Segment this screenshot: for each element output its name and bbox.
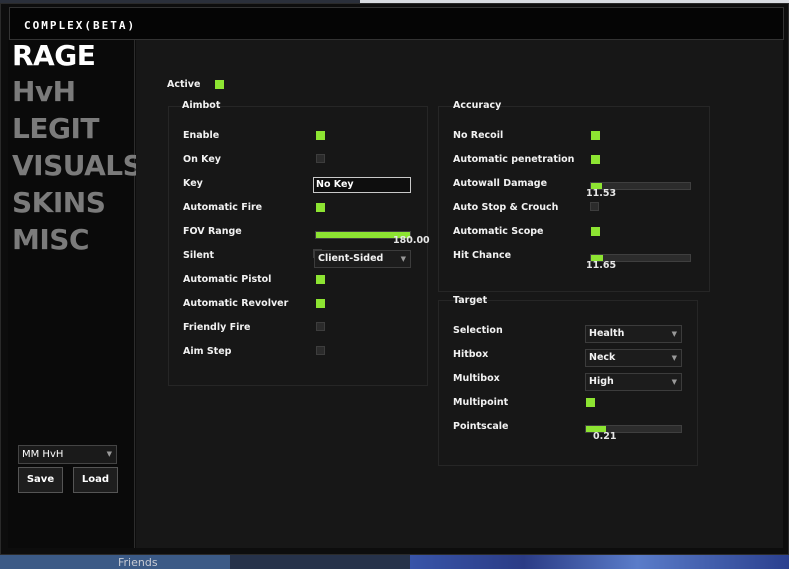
nav-visuals[interactable]: VISUALS — [12, 150, 143, 182]
automatic-penetration-checkbox[interactable] — [591, 155, 600, 164]
save-button[interactable]: Save — [18, 467, 63, 493]
autowall-damage-label: Autowall Damage — [453, 178, 548, 189]
active-checkbox[interactable] — [215, 80, 224, 89]
automatic-revolver-label: Automatic Revolver — [183, 298, 289, 309]
automatic-pistol-label: Automatic Pistol — [183, 274, 272, 285]
nav-rage[interactable]: RAGE — [12, 40, 96, 72]
fov-range-label: FOV Range — [183, 226, 242, 237]
enable-label: Enable — [183, 130, 220, 141]
window-title: COMPLEX(BETA) — [24, 19, 137, 32]
no-recoil-label: No Recoil — [453, 130, 504, 141]
pointscale-value: 0.21 — [593, 431, 617, 442]
on-key-checkbox[interactable] — [316, 154, 325, 163]
nav-hvh[interactable]: HvH — [12, 76, 76, 108]
title-bar[interactable]: COMPLEX(BETA) — [9, 7, 784, 40]
automatic-revolver-checkbox[interactable] — [316, 299, 325, 308]
active-label: Active — [167, 79, 201, 90]
target-group-title: Target — [453, 295, 488, 306]
aimbot-group — [168, 106, 428, 386]
load-button[interactable]: Load — [73, 467, 118, 493]
silent-mode-value: Client-Sided — [318, 253, 384, 264]
automatic-pistol-checkbox[interactable] — [316, 275, 325, 284]
config-select-value: MM HvH — [22, 449, 64, 460]
hit-chance-label: Hit Chance — [453, 250, 512, 261]
chevron-down-icon: ▼ — [671, 354, 677, 362]
chevron-down-icon: ▼ — [671, 378, 677, 386]
multibox-dropdown[interactable]: High ▼ — [585, 373, 682, 391]
nav-skins[interactable]: SKINS — [12, 187, 106, 219]
friendly-fire-label: Friendly Fire — [183, 322, 251, 333]
aimbot-group-title: Aimbot — [182, 100, 221, 111]
config-select[interactable]: MM HvH ▼ — [18, 445, 117, 464]
key-bind-field[interactable]: No Key — [313, 177, 411, 193]
auto-stop-crouch-label: Auto Stop & Crouch — [453, 202, 559, 213]
multipoint-checkbox[interactable] — [586, 398, 595, 407]
automatic-fire-label: Automatic Fire — [183, 202, 263, 213]
automatic-penetration-label: Automatic penetration — [453, 154, 575, 165]
autowall-damage-value: 11.53 — [586, 188, 617, 199]
chevron-down-icon: ▼ — [106, 450, 112, 458]
chevron-down-icon: ▼ — [671, 330, 677, 338]
multibox-value: High — [589, 376, 614, 387]
nav-legit[interactable]: LEGIT — [12, 113, 99, 145]
multipoint-label: Multipoint — [453, 397, 509, 408]
no-recoil-checkbox[interactable] — [591, 131, 600, 140]
friendly-fire-checkbox[interactable] — [316, 322, 325, 331]
aim-step-label: Aim Step — [183, 346, 232, 357]
accuracy-group-title: Accuracy — [453, 100, 502, 111]
background-friends-label: Friends — [118, 556, 158, 569]
auto-stop-crouch-checkbox[interactable] — [590, 202, 599, 211]
chevron-down-icon: ▼ — [400, 255, 406, 263]
enable-checkbox[interactable] — [316, 131, 325, 140]
selection-value: Health — [589, 328, 625, 339]
hitbox-value: Neck — [589, 352, 616, 363]
hitbox-label: Hitbox — [453, 349, 489, 360]
silent-mode-dropdown[interactable]: Client-Sided ▼ — [314, 250, 411, 268]
automatic-fire-checkbox[interactable] — [316, 203, 325, 212]
hit-chance-value: 11.65 — [586, 260, 617, 271]
automatic-scope-checkbox[interactable] — [591, 227, 600, 236]
selection-dropdown[interactable]: Health ▼ — [585, 325, 682, 343]
key-label: Key — [183, 178, 203, 189]
multibox-label: Multibox — [453, 373, 500, 384]
automatic-scope-label: Automatic Scope — [453, 226, 544, 237]
silent-label: Silent — [183, 250, 215, 261]
nav-misc[interactable]: MISC — [12, 224, 90, 256]
on-key-label: On Key — [183, 154, 221, 165]
hitbox-dropdown[interactable]: Neck ▼ — [585, 349, 682, 367]
selection-label: Selection — [453, 325, 503, 336]
aim-step-checkbox[interactable] — [316, 346, 325, 355]
pointscale-label: Pointscale — [453, 421, 509, 432]
fov-range-value: 180.00 — [393, 235, 430, 246]
